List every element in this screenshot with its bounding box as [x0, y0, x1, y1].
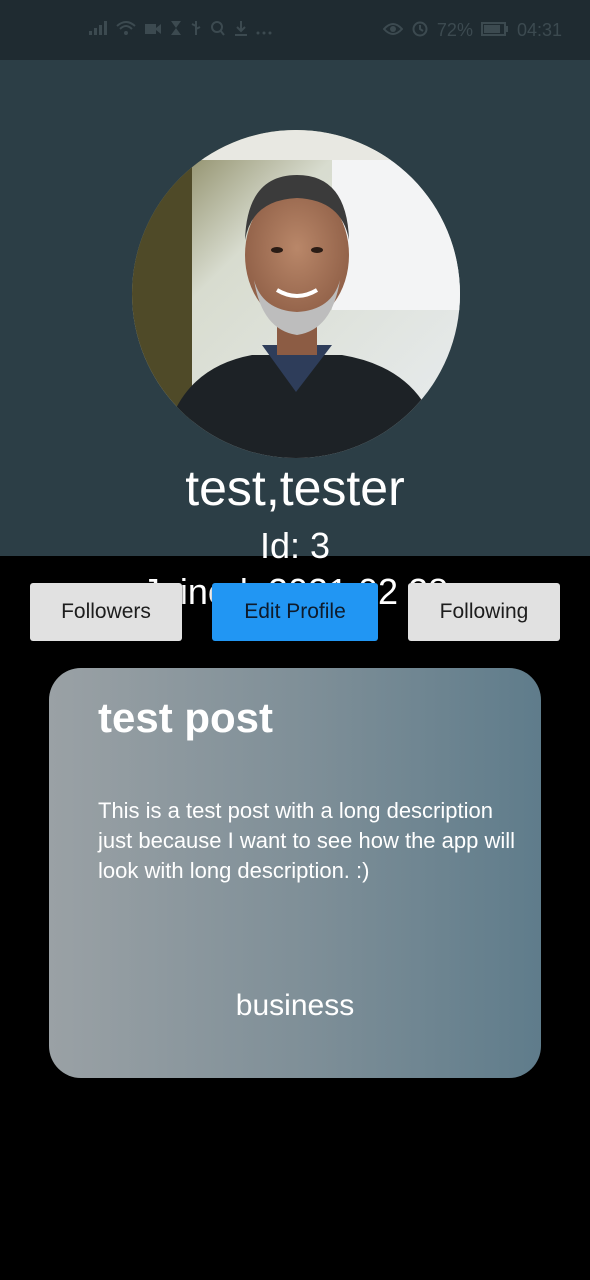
- download-icon: [234, 20, 248, 41]
- status-icons-left: [88, 20, 272, 41]
- profile-header: test,tester Id: 3 Joined: 2021 02 28: [0, 60, 590, 612]
- post-description: This is a test post with a long descript…: [98, 798, 516, 883]
- following-button[interactable]: Following: [408, 583, 560, 641]
- hourglass-icon: [170, 20, 182, 41]
- video-icon: [144, 20, 162, 41]
- followers-button[interactable]: Followers: [30, 583, 182, 641]
- post-title: test post: [98, 694, 274, 741]
- battery-percent: 72%: [436, 19, 473, 40]
- post-card[interactable]: test post This is a test post with a lon…: [49, 668, 541, 1078]
- signal-icon: [88, 20, 108, 41]
- avatar[interactable]: [132, 130, 460, 458]
- post-category: business: [235, 989, 355, 1022]
- user-name: test,tester: [185, 460, 405, 516]
- battery-icon: [480, 20, 509, 41]
- search-q-icon: [210, 20, 226, 41]
- eye-icon: [382, 20, 404, 41]
- clock-time: 04:31: [516, 19, 562, 40]
- status-bar: 72% 04:31: [0, 0, 590, 60]
- more-icon: [256, 20, 272, 41]
- usb-icon: [190, 20, 202, 41]
- edit-profile-button[interactable]: Edit Profile: [212, 583, 378, 641]
- user-id: Id: 3: [259, 525, 331, 566]
- wifi-icon: [116, 20, 136, 41]
- status-icons-right: 72% 04:31: [382, 19, 562, 42]
- alarm-icon: [411, 19, 429, 42]
